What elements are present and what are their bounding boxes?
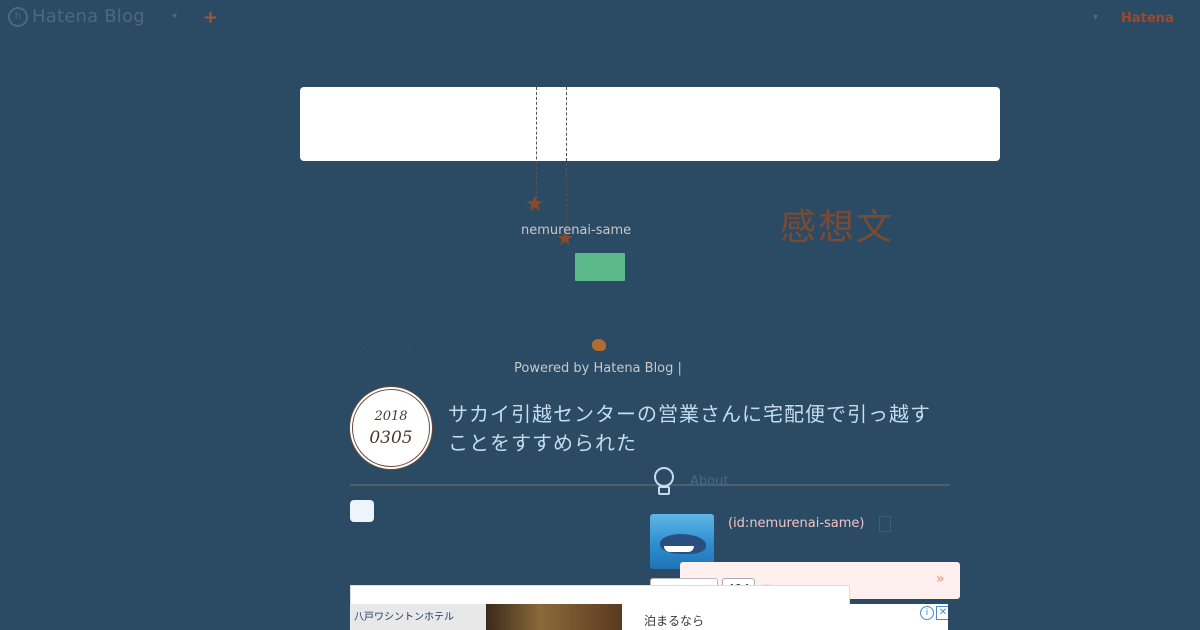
powered-by-hatena[interactable]: Powered by Hatena Blog | <box>514 361 682 376</box>
about-label: About <box>690 474 729 489</box>
ad-info-icon[interactable]: i <box>920 606 934 620</box>
profile-user-id[interactable]: (id:nemurenai-same) <box>728 516 865 531</box>
entry-date-stamp: 2018 0305 <box>352 389 430 467</box>
shark-mouth-icon <box>664 546 694 552</box>
ad-hotel-name: 八戸ワシントンホテル <box>354 612 454 623</box>
ad-room-image <box>486 604 622 630</box>
share-buttons-strip <box>350 585 850 606</box>
hatena-blog-logo[interactable]: h Hatena Blog <box>8 6 145 27</box>
blog-title[interactable]: 感想文 <box>780 198 894 250</box>
hanging-string-right <box>566 87 567 227</box>
bulb-icon <box>654 467 674 495</box>
blog-header-banner <box>300 87 1000 161</box>
menu-dropdown-arrow-icon[interactable]: ▾ <box>172 11 177 22</box>
entry-date-monthday: 0305 <box>369 428 413 448</box>
profile-avatar[interactable] <box>650 514 714 569</box>
hatena-blog-logo-text: Hatena Blog <box>32 6 145 27</box>
account-dropdown-arrow-icon[interactable]: ▾ <box>1093 12 1098 23</box>
profile-more-arrow-icon[interactable]: » <box>936 571 945 587</box>
entry-date-year: 2018 <box>374 409 408 424</box>
hatena-logo-icon: h <box>8 6 28 27</box>
hedgehog-icon <box>592 339 606 351</box>
blog-author-id[interactable]: nemurenai-same <box>521 223 631 238</box>
header-decoration-dots: · · <box>362 344 432 355</box>
ad-banner[interactable]: 八戸ワシントンホテル 泊まるなら i ✕ <box>350 604 948 630</box>
hatena-account-link[interactable]: Hatena <box>1121 11 1174 26</box>
entry-category-box[interactable] <box>350 500 374 522</box>
write-entry-plus-icon[interactable]: + <box>203 7 218 28</box>
hanging-string-left <box>536 87 537 199</box>
hatena-topbar: h Hatena Blog ▾ + ▾ Hatena <box>0 0 1200 36</box>
ad-text: 泊まるなら <box>644 614 705 628</box>
entry-title[interactable]: サカイ引越センターの営業さんに宅配便で引っ越すことをすすめられた <box>448 400 948 458</box>
entry-title-divider <box>350 484 950 486</box>
ad-close-icon[interactable]: ✕ <box>936 606 948 620</box>
user-mini-icon <box>879 516 891 532</box>
subscribe-button[interactable] <box>575 253 625 281</box>
star-ornament-icon: ★ <box>525 192 545 217</box>
